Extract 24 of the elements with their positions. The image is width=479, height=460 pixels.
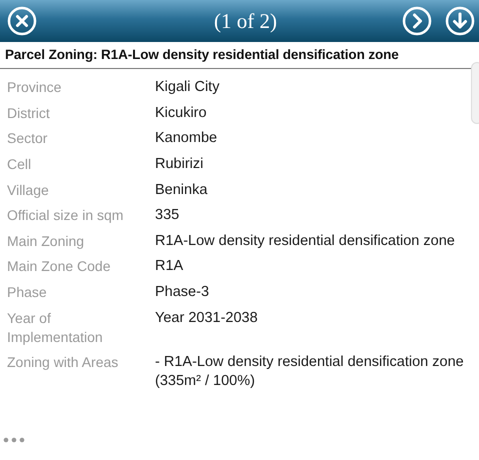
field-label: Official size in sqm bbox=[7, 206, 124, 226]
page-counter: (1 of 2) bbox=[213, 8, 278, 34]
field-value: - R1A-Low density residential densification zone (335m² / 100%) bbox=[155, 353, 465, 392]
popup-title: Parcel Zoning: R1A-Low density residential densification zone bbox=[0, 42, 479, 69]
field-label: Village bbox=[7, 180, 50, 200]
field-label: Cell bbox=[7, 155, 32, 174]
field-value: Year 2031-2038 bbox=[155, 308, 259, 328]
field-value: Kigali City bbox=[155, 78, 220, 98]
field-value: R1A bbox=[155, 257, 184, 276]
field-label: Sector bbox=[7, 129, 48, 148]
field-value: Beninka bbox=[155, 180, 208, 200]
field-label: Phase bbox=[7, 283, 48, 302]
field-value: R1A-Low density residential densification zone bbox=[155, 232, 456, 251]
field-label: Main Zoning bbox=[7, 232, 86, 251]
field-value: Kanombe bbox=[155, 129, 218, 148]
field-label: Main Zone Code bbox=[7, 257, 112, 276]
field-label: District bbox=[7, 104, 51, 123]
field-label: Province bbox=[7, 78, 62, 98]
field-value: Rubirizi bbox=[155, 155, 204, 174]
field-label: Year of Implementation bbox=[7, 308, 104, 347]
field-value: Kicukiro bbox=[155, 104, 208, 123]
field-value: Phase-3 bbox=[155, 283, 210, 302]
field-value: 335 bbox=[155, 206, 180, 226]
field-label: Zoning with Areas bbox=[7, 353, 120, 372]
